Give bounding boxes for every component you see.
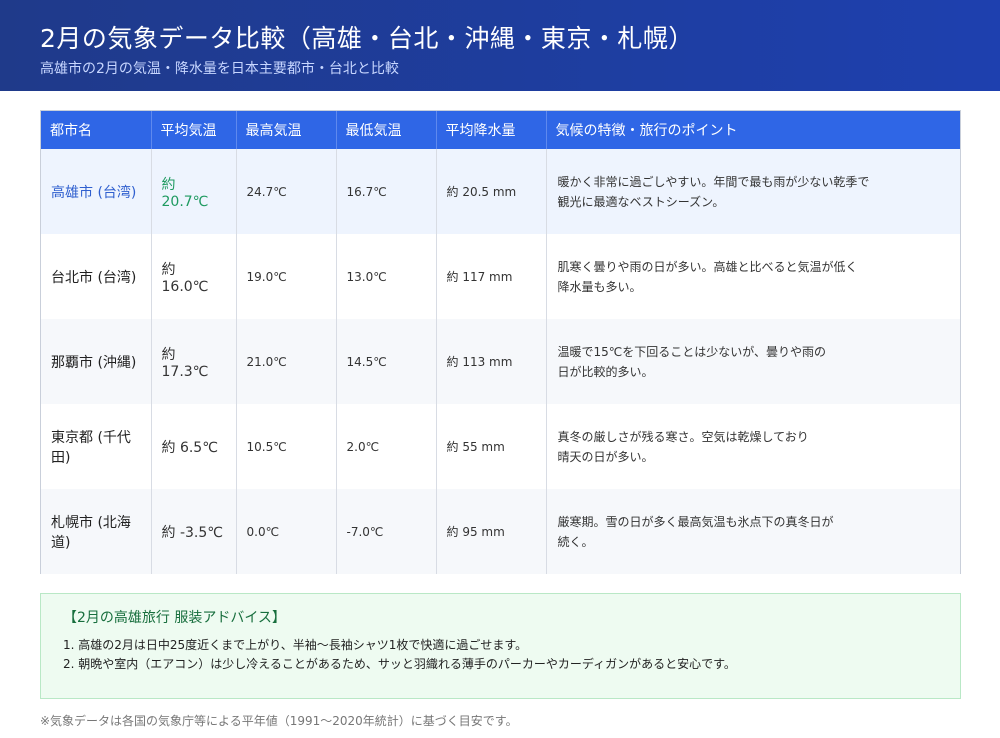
city-cell: 台北市 (台湾) (41, 234, 152, 319)
column-header-rainfall: 平均降水量 (436, 111, 547, 149)
max-temp-cell: 0.0℃ (236, 489, 337, 574)
advice-title: 【2月の高雄旅行 服装アドバイス】 (63, 610, 286, 626)
max-temp-cell: 24.7℃ (236, 149, 337, 234)
min-temp-cell: 16.7℃ (336, 149, 437, 234)
weather-comparison-table: 都市名 平均気温 最高気温 最低気温 平均降水量 気候の特徴・旅行のポイント 高… (41, 111, 960, 574)
avg-temp-cell: 約 -3.5℃ (151, 489, 237, 574)
min-temp-cell: -7.0℃ (336, 489, 437, 574)
max-temp-cell: 21.0℃ (236, 319, 337, 404)
max-temp-cell: 10.5℃ (236, 404, 337, 489)
column-header-city: 都市名 (41, 111, 152, 149)
rainfall-cell: 約 55 mm (436, 404, 547, 489)
advice-list: 1. 高雄の2月は日中25度近くまで上がり、半袖〜長袖シャツ1枚で快適に過ごせま… (63, 636, 940, 674)
rainfall-cell: 約 95 mm (436, 489, 547, 574)
notes-cell: 暖かく非常に過ごしやすい。年間で最も雨が少ない乾季で 観光に最適なベストシーズン… (546, 149, 960, 234)
table-row-kaohsiung: 高雄市 (台湾) 約 20.7℃ 24.7℃ 16.7℃ 約 20.5 mm 暖… (41, 149, 960, 234)
table-row-tokyo: 東京都 (千代田) 約 6.5℃ 10.5℃ 2.0℃ 約 55 mm 真冬の厳… (41, 404, 960, 489)
avg-temp-cell: 約 20.7℃ (151, 149, 237, 234)
column-header-min-temp: 最低気温 (336, 111, 437, 149)
table-header-row: 都市名 平均気温 最高気温 最低気温 平均降水量 気候の特徴・旅行のポイント (41, 111, 960, 149)
notes-cell: 真冬の厳しさが残る寒さ。空気は乾燥しており 晴天の日が多い。 (546, 404, 960, 489)
city-cell: 高雄市 (台湾) (41, 149, 152, 234)
notes-cell: 厳寒期。雪の日が多く最高気温も氷点下の真冬日が 続く。 (546, 489, 960, 574)
rainfall-cell: 約 113 mm (436, 319, 547, 404)
column-header-max-temp: 最高気温 (236, 111, 337, 149)
advice-item: 1. 高雄の2月は日中25度近くまで上がり、半袖〜長袖シャツ1枚で快適に過ごせま… (63, 638, 528, 652)
table-row-sapporo: 札幌市 (北海道) 約 -3.5℃ 0.0℃ -7.0℃ 約 95 mm 厳寒期… (41, 489, 960, 574)
page-title: 2月の気象データ比較（高雄・台北・沖縄・東京・札幌） (40, 24, 694, 53)
advice-item: 2. 朝晩や室内（エアコン）は少し冷えることがあるため、サッと羽織れる薄手のパー… (63, 657, 736, 671)
weather-table-container: 都市名 平均気温 最高気温 最低気温 平均降水量 気候の特徴・旅行のポイント 高… (40, 110, 961, 574)
clothing-advice-box: 【2月の高雄旅行 服装アドバイス】 1. 高雄の2月は日中25度近くまで上がり、… (40, 593, 961, 699)
notes-cell: 肌寒く曇りや雨の日が多い。高雄と比べると気温が低く 降水量も多い。 (546, 234, 960, 319)
city-cell: 札幌市 (北海道) (41, 489, 152, 574)
avg-temp-cell: 約 6.5℃ (151, 404, 237, 489)
rainfall-cell: 約 20.5 mm (436, 149, 547, 234)
rainfall-cell: 約 117 mm (436, 234, 547, 319)
city-cell: 東京都 (千代田) (41, 404, 152, 489)
max-temp-cell: 19.0℃ (236, 234, 337, 319)
page-header: 2月の気象データ比較（高雄・台北・沖縄・東京・札幌） 高雄市の2月の気温・降水量… (0, 0, 1000, 91)
min-temp-cell: 13.0℃ (336, 234, 437, 319)
avg-temp-cell: 約 17.3℃ (151, 319, 237, 404)
min-temp-cell: 14.5℃ (336, 319, 437, 404)
data-source-footnote: ※気象データは各国の気象庁等による平年値（1991〜2020年統計）に基づく目安… (40, 714, 518, 728)
column-header-notes: 気候の特徴・旅行のポイント (546, 111, 960, 149)
page-subtitle: 高雄市の2月の気温・降水量を日本主要都市・台北と比較 (40, 61, 399, 77)
avg-temp-cell: 約 16.0℃ (151, 234, 237, 319)
min-temp-cell: 2.0℃ (336, 404, 437, 489)
city-cell: 那覇市 (沖縄) (41, 319, 152, 404)
table-row-naha: 那覇市 (沖縄) 約 17.3℃ 21.0℃ 14.5℃ 約 113 mm 温暖… (41, 319, 960, 404)
column-header-avg-temp: 平均気温 (151, 111, 237, 149)
table-row-taipei: 台北市 (台湾) 約 16.0℃ 19.0℃ 13.0℃ 約 117 mm 肌寒… (41, 234, 960, 319)
notes-cell: 温暖で15℃を下回ることは少ないが、曇りや雨の 日が比較的多い。 (546, 319, 960, 404)
